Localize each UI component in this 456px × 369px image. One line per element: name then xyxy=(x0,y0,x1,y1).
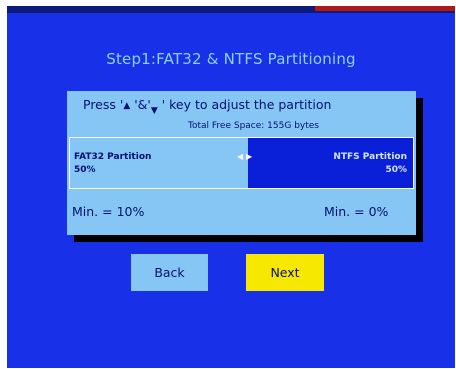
fat32-partition-label: FAT32 Partition xyxy=(74,152,152,162)
page-title: Step1:FAT32 & NTFS Partitioning xyxy=(106,50,356,68)
instruction-prefix: Press ' xyxy=(83,97,124,112)
ntfs-minimum: Min. = 0% xyxy=(324,204,389,219)
instruction-text: Press '▲ '&'▼ ' key to adjust the partit… xyxy=(83,97,331,116)
down-triangle-icon: ▼ xyxy=(150,106,158,116)
next-button[interactable]: Next xyxy=(246,254,324,291)
partition-panel: Press '▲ '&'▼ ' key to adjust the partit… xyxy=(67,91,416,235)
instruction-mid: '&' xyxy=(130,97,151,112)
ntfs-partition-fill xyxy=(248,138,413,188)
back-button[interactable]: Back xyxy=(131,254,208,291)
partition-slider[interactable]: FAT32 Partition 50% NTFS Partition 50% ◀… xyxy=(69,137,414,189)
right-arrow-icon[interactable]: ▶ xyxy=(246,152,252,161)
ntfs-partition-label: NTFS Partition xyxy=(333,152,407,162)
fat32-partition-percent: 50% xyxy=(74,165,96,175)
left-arrow-icon[interactable]: ◀ xyxy=(237,152,243,161)
ntfs-partition-percent: 50% xyxy=(385,165,407,175)
instruction-suffix: ' key to adjust the partition xyxy=(157,97,332,112)
setup-screen: Step1:FAT32 & NTFS Partitioning Press '▲… xyxy=(7,6,455,368)
top-band xyxy=(7,6,455,13)
fat32-minimum: Min. = 10% xyxy=(72,204,145,219)
total-free-space: Total Free Space: 155G bytes xyxy=(188,121,319,131)
